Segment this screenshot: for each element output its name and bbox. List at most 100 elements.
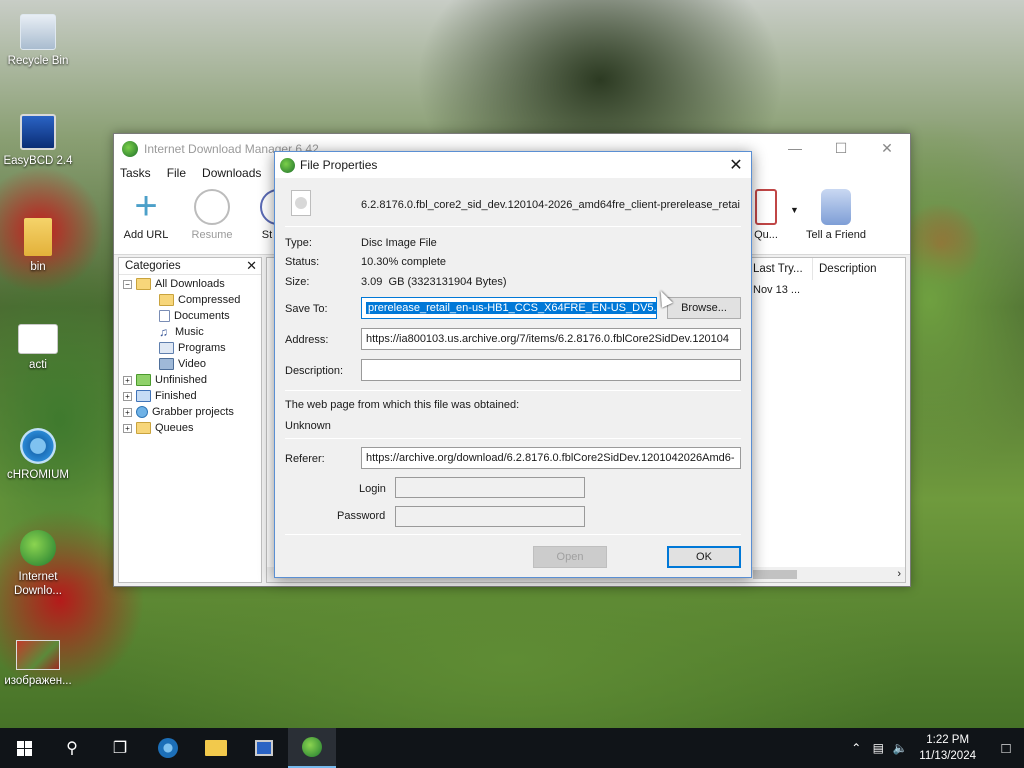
folder-open-icon	[136, 278, 151, 290]
desktop-icon-label: Recycle Bin	[7, 55, 69, 67]
checkmark-folder-icon	[136, 390, 151, 402]
system-tray: ⌃ ▤ 🔈 1:22 PM 11/13/2024 □	[845, 728, 1024, 768]
category-compressed[interactable]: Compressed	[159, 292, 240, 308]
menu-file[interactable]: File	[167, 166, 186, 180]
taskbar-file-explorer-icon[interactable]	[192, 728, 240, 768]
tell-friend-button[interactable]: Tell a Friend	[804, 189, 868, 241]
desktop-icon-chromium[interactable]: cHROMIUM	[0, 428, 76, 482]
desktop-icon-acti[interactable]: acti	[0, 324, 76, 372]
referer-input[interactable]: https://archive.org/download/6.2.8176.0.…	[361, 447, 741, 469]
clock[interactable]: 1:22 PM 11/13/2024	[919, 732, 976, 764]
desktop-icon-label: acti	[29, 359, 47, 371]
desktop-icon-easybcd[interactable]: EasyBCD 2.4	[0, 114, 76, 168]
password-input[interactable]	[395, 506, 585, 527]
queue-button[interactable]: Qu...	[748, 189, 784, 241]
browse-button[interactable]: Browse...	[667, 297, 741, 319]
idm-icon	[20, 530, 56, 566]
divider	[285, 226, 741, 227]
category-music[interactable]: ♫ Music	[159, 324, 204, 340]
thumbs-up-icon	[821, 189, 851, 225]
expand-icon[interactable]: +	[123, 375, 132, 385]
categories-panel: Categories ✕ − All Downloads Compressed …	[118, 257, 262, 583]
login-input[interactable]	[395, 477, 585, 498]
desktop-icon-idm[interactable]: Internet Downlo...	[0, 530, 76, 598]
type-label: Type:	[285, 237, 312, 249]
expand-icon[interactable]: +	[123, 391, 132, 401]
maximize-icon[interactable]: ☐	[818, 134, 864, 163]
category-all-downloads[interactable]: − All Downloads	[123, 276, 225, 292]
file-properties-dialog: File Properties ✕ 6.2.8176.0.fbl_core2_s…	[274, 151, 752, 578]
windows-logo-icon	[16, 740, 32, 756]
address-input[interactable]: https://ia800103.us.archive.org/7/items/…	[361, 328, 741, 350]
category-programs[interactable]: Programs	[159, 340, 226, 356]
chevron-up-icon[interactable]: ⌃	[845, 741, 867, 755]
desktop-icon-label: cHROMIUM	[7, 469, 69, 481]
clock-date: 11/13/2024	[919, 750, 976, 762]
start-button[interactable]	[0, 728, 48, 768]
close-icon[interactable]: ✕	[864, 134, 910, 163]
type-value: Disc Image File	[361, 237, 437, 249]
column-last-try[interactable]: Last Try...	[749, 258, 813, 280]
scroll-thumb[interactable]	[753, 570, 797, 579]
referer-label: Referer:	[285, 453, 325, 465]
desktop-icon-label: изображен...	[4, 675, 72, 687]
idm-app-icon	[122, 140, 138, 157]
open-button[interactable]: Open	[533, 546, 607, 568]
chromium-icon	[20, 428, 56, 464]
desktop-icon-recycle-bin[interactable]: Recycle Bin	[0, 14, 76, 68]
filename: 6.2.8176.0.fbl_core2_sid_dev.120104-2026…	[361, 199, 740, 211]
menu-downloads[interactable]: Downloads	[202, 166, 261, 180]
desktop-icon-label: bin	[30, 261, 46, 273]
notification-icon[interactable]: □	[988, 740, 1024, 757]
add-url-button[interactable]: + Add URL	[120, 186, 172, 241]
category-queues[interactable]: + Queues	[123, 420, 194, 436]
categories-header: Categories ✕	[119, 258, 261, 275]
category-video[interactable]: Video	[159, 356, 206, 372]
webpage-value: Unknown	[285, 420, 331, 432]
task-view-icon[interactable]: ❐	[96, 728, 144, 768]
webpage-label: The web page from which this file was ob…	[285, 399, 520, 411]
menu-tasks[interactable]: Tasks	[120, 166, 151, 180]
address-label: Address:	[285, 334, 329, 346]
search-icon[interactable]: ⚲	[48, 728, 96, 768]
taskbar-idm-icon[interactable]	[288, 728, 336, 768]
divider	[285, 438, 741, 439]
grabber-icon	[136, 406, 148, 418]
resume-button[interactable]: Resume	[186, 189, 238, 241]
taskbar-chromium-icon[interactable]	[144, 728, 192, 768]
description-input[interactable]	[361, 359, 741, 381]
save-to-input[interactable]: prerelease_retail_en-us-HB1_CCS_X64FRE_E…	[361, 297, 657, 319]
close-categories-icon[interactable]: ✕	[246, 258, 257, 274]
volume-muted-icon[interactable]: 🔈	[889, 741, 911, 755]
divider	[285, 534, 741, 535]
compressed-folder-icon	[159, 294, 174, 306]
table-row[interactable]: Nov 13 ...	[749, 282, 905, 298]
close-icon[interactable]: ✕	[721, 155, 751, 175]
network-icon[interactable]: ▤	[867, 741, 889, 755]
scroll-right-icon[interactable]: ›	[897, 567, 901, 582]
category-unfinished[interactable]: + Unfinished	[123, 372, 207, 388]
taskbar-easybcd-icon[interactable]	[240, 728, 288, 768]
queue-folder-icon	[136, 422, 151, 434]
dialog-title: File Properties	[300, 158, 378, 172]
idm-app-icon	[280, 157, 295, 173]
expand-icon[interactable]: +	[123, 407, 132, 417]
desktop-icon-bin[interactable]: bin	[0, 218, 76, 274]
category-finished[interactable]: + Finished	[123, 388, 197, 404]
expand-icon[interactable]: +	[123, 423, 132, 433]
status-value: 10.30% complete	[361, 256, 446, 268]
collapse-icon[interactable]: −	[123, 279, 132, 289]
category-grabber-projects[interactable]: + Grabber projects	[123, 404, 234, 420]
program-window-icon	[159, 342, 174, 354]
column-description[interactable]: Description	[815, 258, 905, 280]
taskbar: ⚲ ❐ ⌃ ▤ 🔈 1:22 PM 11/13/2024 □	[0, 728, 1024, 768]
document-icon	[159, 310, 170, 322]
desktop-icon-label: EasyBCD 2.4	[3, 155, 73, 167]
ok-button[interactable]: OK	[667, 546, 741, 568]
category-documents[interactable]: Documents	[159, 308, 230, 324]
password-label: Password	[337, 510, 386, 522]
minimize-icon[interactable]: —	[772, 134, 818, 163]
toolbar-dropdown-icon[interactable]: ▼	[790, 205, 799, 215]
desktop-icon-image[interactable]: изображен...	[0, 640, 76, 688]
dialog-title-bar[interactable]: File Properties ✕	[275, 152, 751, 178]
